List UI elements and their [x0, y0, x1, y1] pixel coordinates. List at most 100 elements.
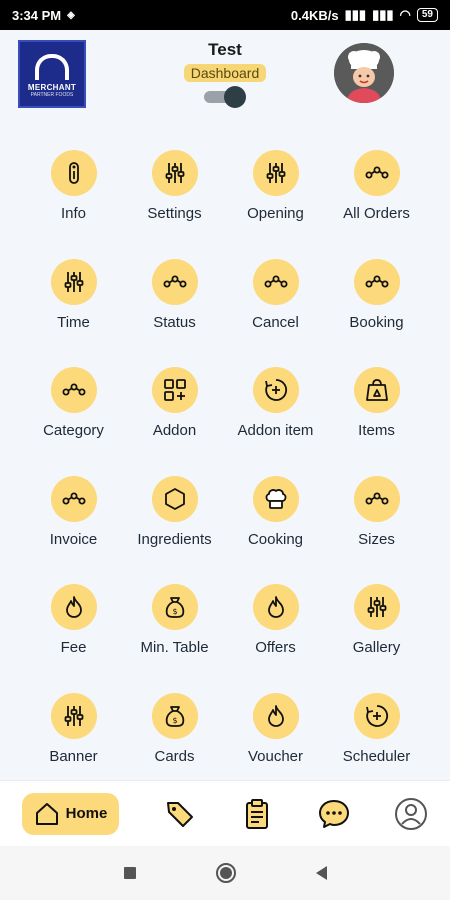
- toggle-knob: [224, 86, 246, 108]
- menu-item-label: Offers: [255, 639, 296, 657]
- menu-item-time[interactable]: Time: [23, 258, 124, 368]
- menu-item-label: All Orders: [343, 205, 410, 222]
- scale-icon: [353, 367, 400, 414]
- back-button[interactable]: [315, 866, 327, 880]
- header: MERCHANT PARTNER FOODS Test Dashboard: [0, 30, 450, 130]
- menu-item-label: Cooking: [247, 530, 304, 548]
- menu-item-label: Gallery: [352, 639, 401, 657]
- add-circle-icon: [353, 692, 400, 739]
- sliders-icon: [252, 150, 299, 196]
- recent-apps-button[interactable]: [123, 867, 136, 879]
- menu-item-label: Settings: [147, 205, 202, 222]
- menu-item-fee[interactable]: Fee: [23, 584, 124, 693]
- logo-sub: PARTNER FOODS: [30, 92, 74, 98]
- logo-brand: MERCHANT: [27, 83, 77, 92]
- chef-avatar[interactable]: [334, 43, 394, 103]
- bottom-nav: Home: [0, 780, 450, 846]
- chat-icon: [319, 799, 350, 828]
- menu-item-items[interactable]: Items: [326, 367, 427, 476]
- menu-item-category[interactable]: Category: [23, 367, 124, 476]
- menu-item-label: Booking: [349, 313, 404, 331]
- flame-icon: [50, 584, 97, 631]
- tag-icon: [166, 801, 193, 827]
- nav-home-label: Home: [65, 805, 108, 822]
- nav-chat-button[interactable]: [317, 797, 351, 831]
- menu-item-settings[interactable]: Settings: [124, 150, 225, 259]
- nav-orders-button[interactable]: [240, 797, 274, 831]
- status-bar: 3:34 PM ◈ 0.4KB/s ▮▮▮ ▮▮▮ ◠ 59: [0, 0, 450, 30]
- menu-item-label: Fee: [60, 639, 87, 657]
- menu-item-label: Ingredients: [137, 530, 212, 548]
- nav-profile-button[interactable]: [394, 797, 428, 831]
- menu-item-cancel[interactable]: Cancel: [225, 258, 326, 368]
- sync-icon: ◈: [67, 9, 75, 21]
- sliders-icon: [50, 258, 97, 305]
- sliders-icon: [353, 584, 400, 631]
- menu-item-offers[interactable]: Offers: [225, 584, 326, 693]
- menu-item-booking[interactable]: Booking: [326, 258, 427, 368]
- dashboard-badge: Dashboard: [183, 64, 267, 82]
- status-time: 3:34 PM: [12, 7, 62, 23]
- network-speed: 0.4KB/s: [290, 7, 339, 23]
- route-icon: [151, 258, 198, 305]
- menu-item-label: Cards: [154, 747, 195, 765]
- svg-text:$: $: [172, 716, 177, 725]
- menu-item-label: Addon: [152, 422, 197, 440]
- menu-item-label: Opening: [247, 205, 304, 222]
- menu-item-label: Banner: [49, 747, 98, 765]
- route-icon: [353, 258, 400, 305]
- menu-item-addon[interactable]: Addon: [124, 367, 225, 476]
- menu-item-status[interactable]: Status: [124, 258, 225, 368]
- signal-icon-2: ▮▮▮: [372, 7, 394, 22]
- hexagon-icon: [151, 475, 198, 522]
- nav-home-button[interactable]: Home: [21, 792, 120, 835]
- menu-item-label: Invoice: [49, 530, 98, 548]
- menu-item-label: Status: [153, 313, 196, 331]
- menu-item-ingredients[interactable]: Ingredients: [124, 475, 225, 585]
- money-bag-icon: $: [151, 692, 198, 739]
- menu-item-label: Items: [358, 422, 395, 440]
- chef-icon: [334, 43, 394, 103]
- menu-item-cooking[interactable]: Cooking: [225, 475, 326, 585]
- route-icon: [353, 475, 400, 522]
- profile-icon: [395, 797, 428, 830]
- wifi-icon: ◠: [399, 7, 411, 22]
- nav-offers-button[interactable]: [163, 797, 197, 831]
- menu-item-min-table[interactable]: $ Min. Table: [124, 584, 225, 693]
- route-icon: [50, 367, 97, 414]
- home-icon: [35, 802, 58, 825]
- svg-text:$: $: [172, 607, 177, 616]
- menu-item-label: Scheduler: [342, 747, 411, 765]
- sliders-icon: [151, 150, 198, 196]
- route-icon: [353, 150, 400, 196]
- logo-mark-icon: [35, 54, 69, 80]
- menu-item-addon-item[interactable]: Addon item: [225, 367, 326, 476]
- add-circle-icon: [252, 367, 299, 414]
- menu-item-info[interactable]: Info: [23, 150, 124, 259]
- route-icon: [252, 258, 299, 305]
- merchant-logo[interactable]: MERCHANT PARTNER FOODS: [18, 40, 86, 108]
- sliders-icon: [50, 692, 97, 739]
- dashboard-toggle[interactable]: [204, 86, 246, 108]
- signal-icon: ▮▮▮: [344, 7, 367, 22]
- menu-item-invoice[interactable]: Invoice: [23, 475, 124, 585]
- system-nav-bar: [0, 846, 450, 900]
- menu-item-sizes[interactable]: Sizes: [326, 475, 427, 585]
- chef-hat-icon: [252, 475, 299, 522]
- clipboard-icon: [245, 798, 268, 829]
- info-icon: [50, 150, 97, 196]
- menu-item-label: Voucher: [247, 747, 304, 765]
- menu-item-label: Addon item: [237, 422, 314, 440]
- menu-item-label: Min. Table: [140, 639, 209, 657]
- menu-item-label: Category: [43, 422, 104, 440]
- menu-item-label: Cancel: [252, 313, 299, 331]
- menu-item-opening[interactable]: Opening: [225, 150, 326, 259]
- flame-icon: [252, 584, 299, 631]
- menu-item-all-orders[interactable]: All Orders: [326, 150, 427, 259]
- route-icon: [50, 475, 97, 522]
- battery-icon: 59: [416, 8, 438, 22]
- money-bag-icon: $: [151, 584, 198, 631]
- system-home-button[interactable]: [215, 863, 236, 883]
- menu-grid: Info Settings Opening All Orders Time Status C…: [23, 150, 427, 802]
- menu-item-gallery[interactable]: Gallery: [326, 584, 427, 693]
